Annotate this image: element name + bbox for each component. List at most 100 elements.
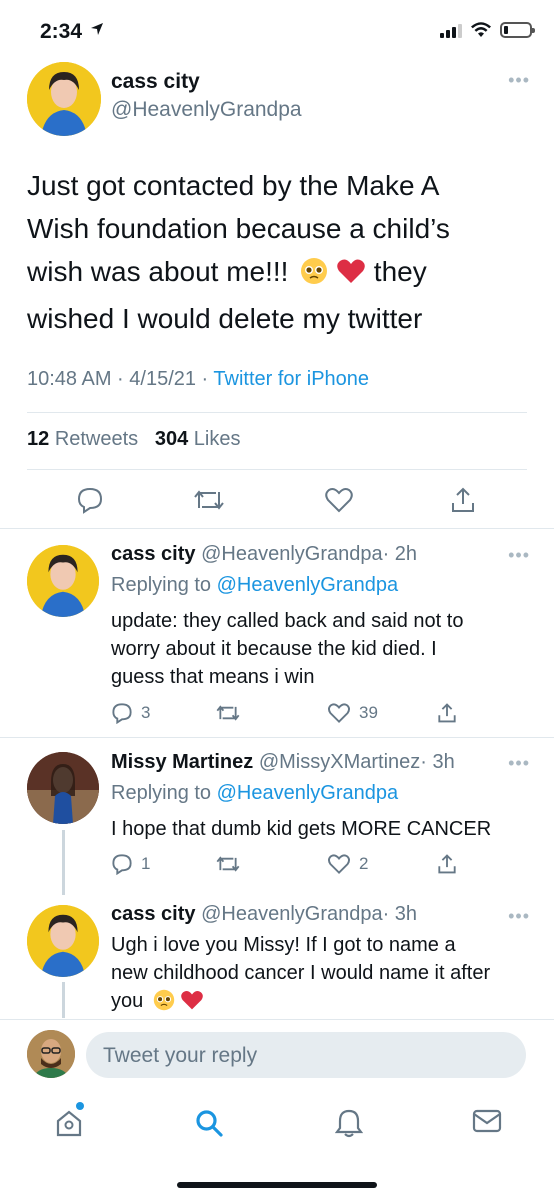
avatar[interactable] [27, 62, 101, 136]
tab-notifications[interactable] [334, 1108, 364, 1143]
tweet-meta: 10:48 AM · 4/15/21 · Twitter for iPhone [27, 368, 369, 391]
retweet-action[interactable] [215, 853, 241, 875]
author-handle[interactable]: @HeavenlyGrandpa [201, 903, 383, 925]
pleading-face-emoji [300, 254, 328, 297]
avatar-portrait [27, 905, 99, 977]
avatar-portrait [27, 752, 99, 824]
reply-text: Ugh i love you Missy! If I got to name a… [111, 931, 536, 1019]
author-name[interactable]: Missy Martinez [111, 751, 253, 773]
reply-icon[interactable] [76, 486, 104, 514]
home-icon[interactable] [54, 1108, 84, 1138]
replying-to-link[interactable]: @HeavenlyGrandpa [217, 574, 399, 596]
reply-header: cass city @HeavenlyGrandpa· 2h [111, 543, 417, 566]
retweet-icon[interactable] [192, 486, 226, 514]
tweet-age: · 3h [382, 903, 418, 925]
avatar-portrait [27, 545, 99, 617]
author-handle[interactable]: @HeavenlyGrandpa [111, 98, 302, 122]
like-icon[interactable] [327, 702, 351, 724]
share-action[interactable] [437, 702, 457, 724]
status-time: 2:34 [40, 20, 83, 43]
tweet-source-link[interactable]: Twitter for iPhone [213, 368, 369, 390]
tweet-timestamp: 10:48 AM · 4/15/21 · [27, 368, 214, 390]
avatar-portrait [27, 1030, 75, 1078]
search-icon[interactable] [194, 1108, 224, 1138]
reply-actions: 3 39 [111, 702, 531, 724]
reply-icon[interactable] [111, 702, 133, 724]
tweet-text: Just got contacted by the Make A Wish fo… [27, 170, 450, 334]
status-bar: 2:34 [0, 0, 554, 64]
reply-action[interactable]: 3 [111, 702, 150, 724]
new-content-dot [76, 1102, 84, 1110]
retweet-icon[interactable] [215, 853, 241, 875]
thread-connector [62, 830, 65, 895]
share-icon[interactable] [437, 702, 457, 724]
reply-composer[interactable]: Tweet your reply [86, 1032, 526, 1078]
avatar-portrait [27, 62, 101, 136]
like-action[interactable]: 39 [327, 702, 378, 724]
avatar[interactable] [27, 905, 99, 977]
tweet-age: · 2h [382, 543, 418, 565]
location-arrow-icon [91, 23, 103, 35]
share-icon[interactable] [437, 853, 457, 875]
like-action[interactable]: 2 [327, 853, 368, 875]
like-count: 39 [359, 703, 378, 722]
replying-to-link[interactable]: @HeavenlyGrandpa [217, 782, 399, 804]
reply-icon[interactable] [111, 853, 133, 875]
reply-action[interactable]: 1 [111, 853, 150, 875]
author-handle[interactable]: @HeavenlyGrandpa [201, 543, 383, 565]
tab-bar [0, 1098, 554, 1158]
messages-icon[interactable] [472, 1108, 502, 1134]
divider [0, 528, 554, 529]
reply-actions: 1 2 [111, 853, 531, 875]
my-avatar[interactable] [27, 1030, 75, 1078]
thread-connector [62, 982, 65, 1018]
more-options-icon[interactable]: ••• [508, 70, 530, 91]
share-icon[interactable] [450, 486, 476, 514]
status-indicators [440, 22, 535, 38]
author-handle[interactable]: @MissyXMartinez [259, 751, 420, 773]
divider [0, 737, 554, 738]
tab-search[interactable] [194, 1108, 224, 1143]
reply-count: 1 [141, 854, 151, 873]
wifi-icon [471, 22, 491, 37]
reply-text: update: they called back and said not to… [111, 610, 464, 688]
likes-stat[interactable]: 304 Likes [155, 428, 241, 450]
red-heart-emoji [180, 989, 204, 1019]
reply-header: Missy Martinez @MissyXMartinez· 3h [111, 751, 455, 774]
retweet-action[interactable] [215, 702, 241, 724]
more-options-icon[interactable]: ••• [508, 545, 530, 566]
author-name[interactable]: cass city [111, 903, 196, 925]
reply-text: I hope that dumb kid gets MORE CANCER [111, 818, 492, 840]
tab-messages[interactable] [472, 1108, 502, 1139]
retweet-icon[interactable] [215, 702, 241, 724]
share-action[interactable] [437, 853, 457, 875]
like-icon[interactable] [324, 486, 354, 514]
reply-input[interactable]: Tweet your reply [103, 1044, 257, 1068]
author-name[interactable]: cass city [111, 70, 200, 94]
tweet-age: · 3h [420, 751, 455, 773]
author-name[interactable]: cass city [111, 543, 196, 565]
divider [27, 412, 527, 413]
red-heart-emoji [336, 254, 366, 297]
divider [0, 1019, 554, 1020]
like-count: 2 [359, 854, 369, 873]
notifications-icon[interactable] [334, 1108, 364, 1138]
battery-low-icon [500, 22, 535, 38]
like-icon[interactable] [327, 853, 351, 875]
pleading-face-emoji [153, 989, 175, 1019]
cellular-signal-icon [440, 22, 462, 38]
tweet-stats: 12 Retweets 304 Likes [27, 428, 241, 451]
more-options-icon[interactable]: ••• [508, 906, 530, 927]
retweets-stat[interactable]: 12 Retweets [27, 428, 138, 450]
divider [27, 469, 527, 470]
replying-to: Replying to @HeavenlyGrandpa [111, 574, 399, 596]
home-indicator[interactable] [177, 1182, 377, 1188]
reply-header: cass city @HeavenlyGrandpa· 3h [111, 903, 417, 926]
avatar[interactable] [27, 545, 99, 617]
replying-to: Replying to @HeavenlyGrandpa [111, 782, 399, 804]
tab-home[interactable] [54, 1102, 84, 1143]
reply-count: 3 [141, 703, 151, 722]
more-options-icon[interactable]: ••• [508, 753, 530, 774]
avatar[interactable] [27, 752, 99, 824]
tweet-actions [0, 486, 554, 516]
